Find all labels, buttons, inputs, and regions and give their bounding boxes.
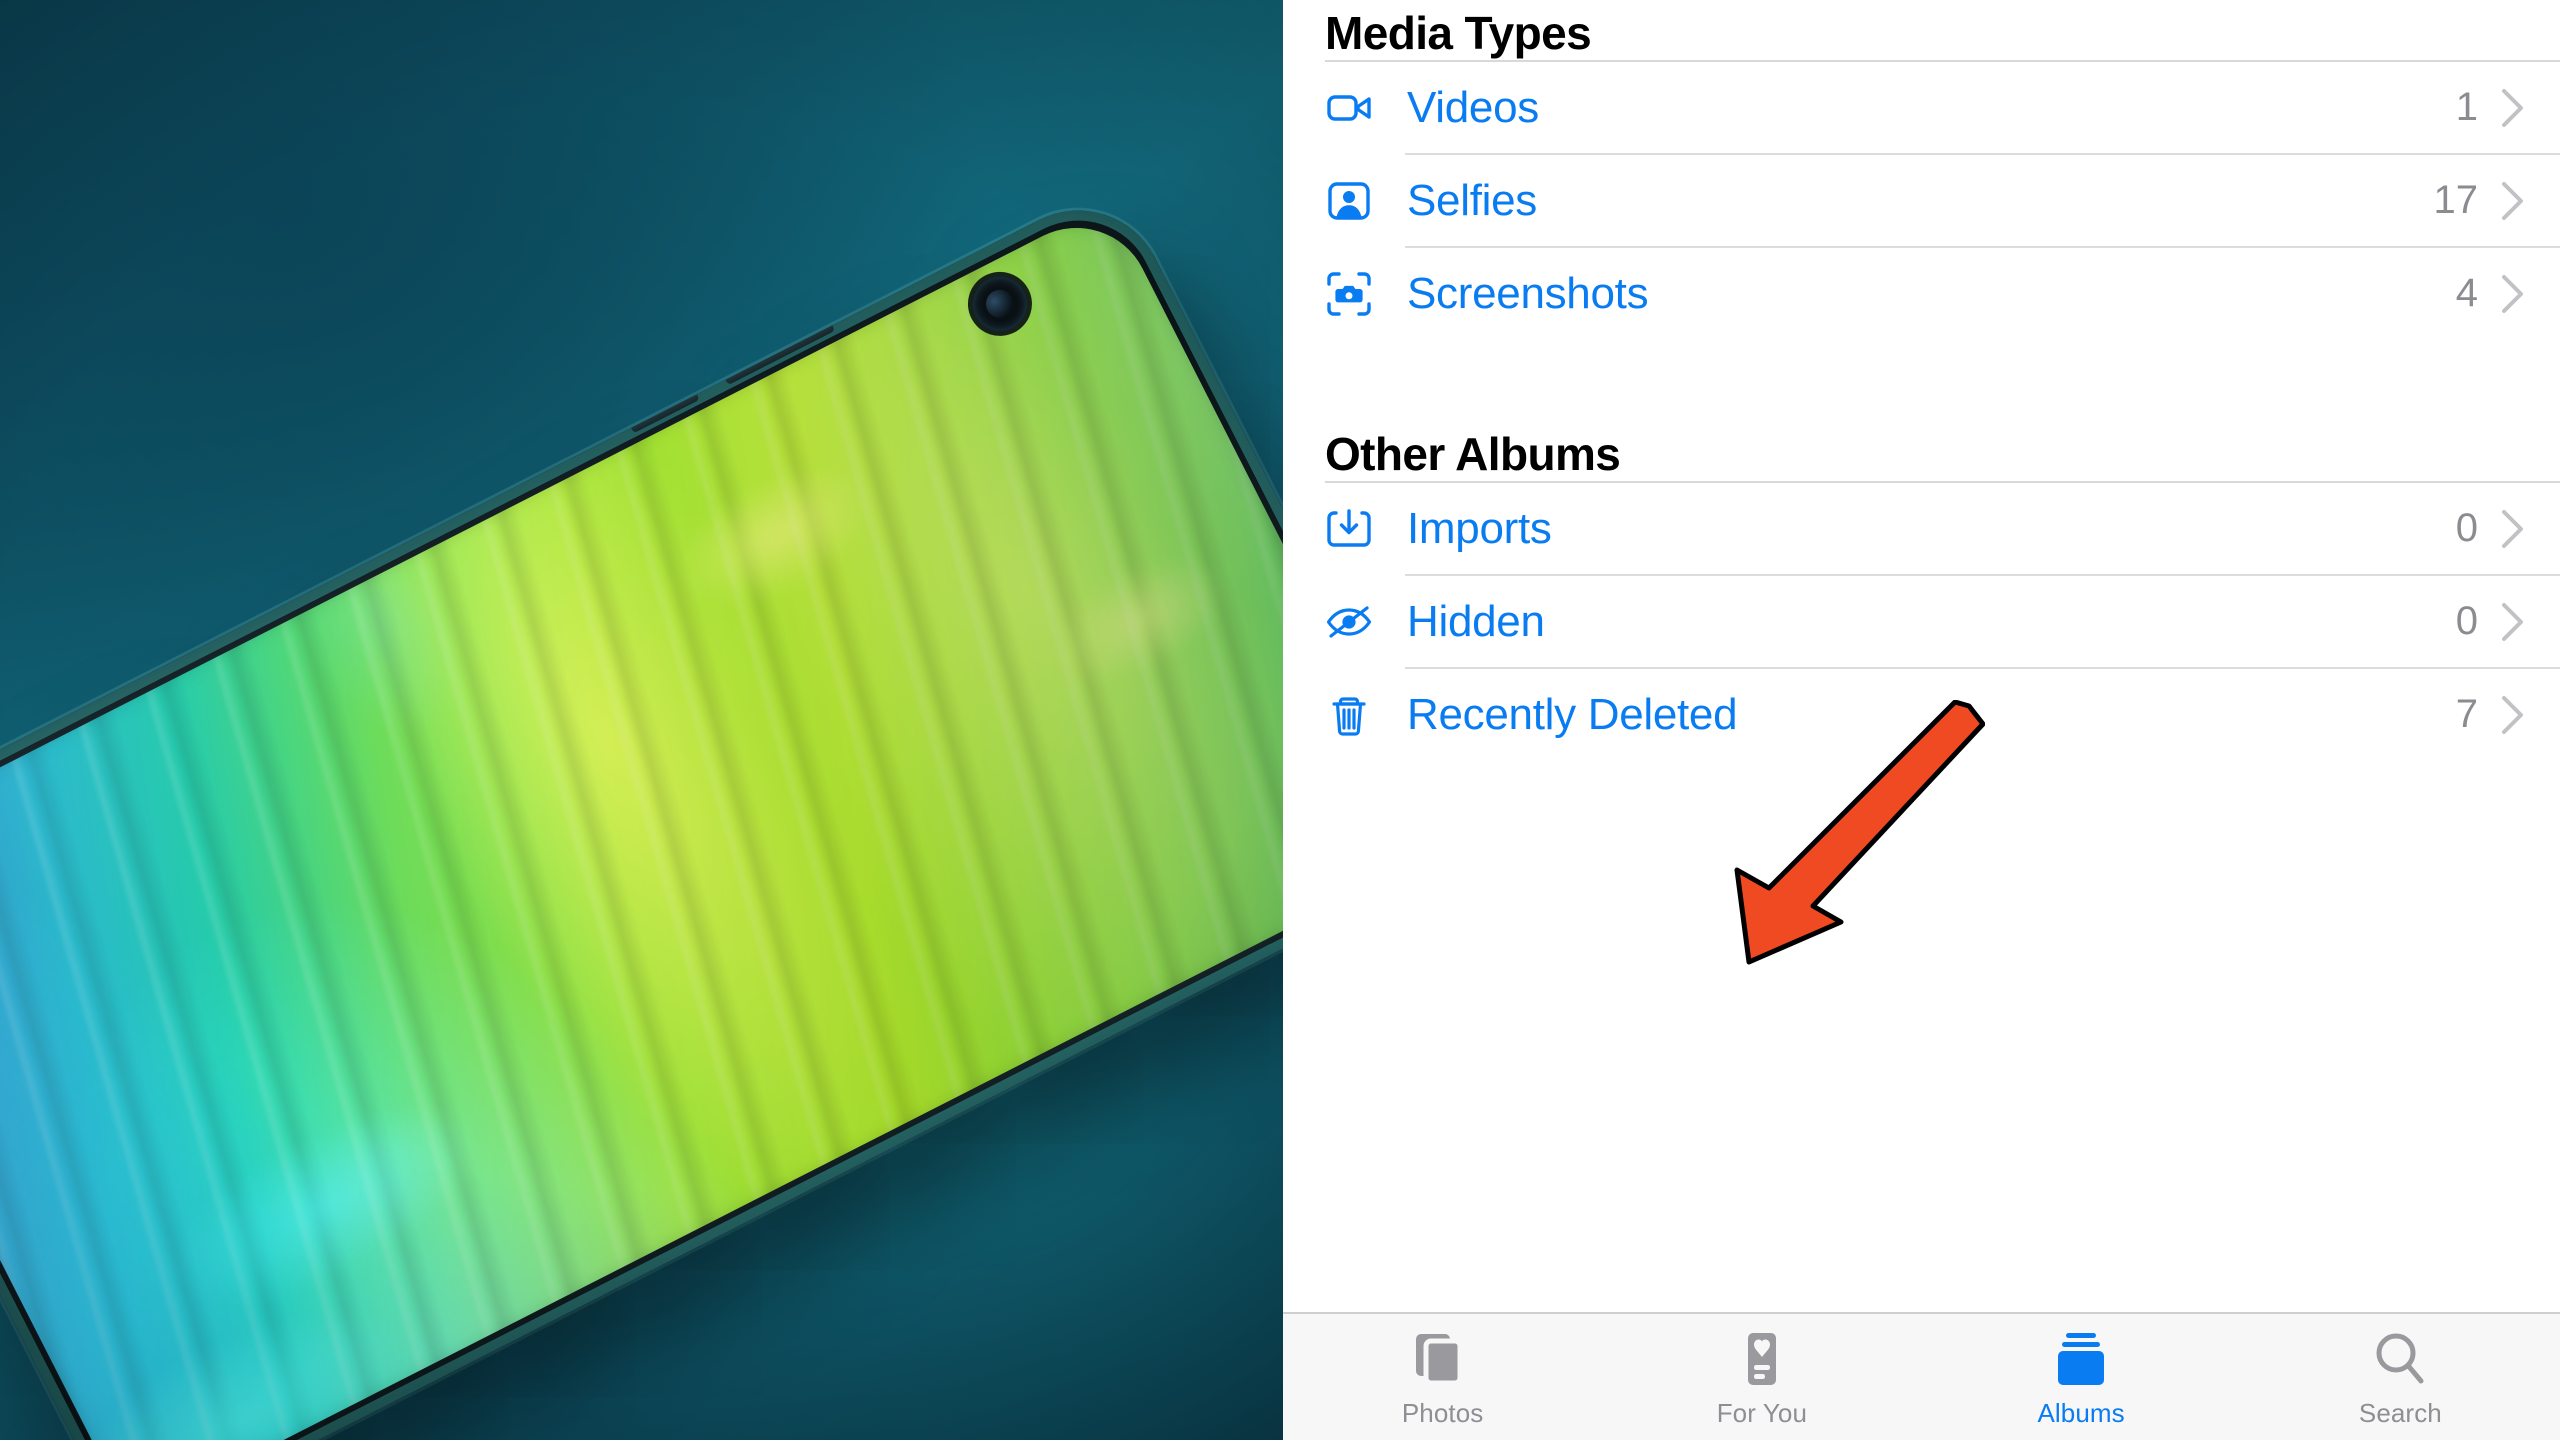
albums-stack-icon: [2050, 1330, 2112, 1390]
album-label: Screenshots: [1407, 268, 1649, 318]
for-you-heart-icon: [1731, 1330, 1793, 1390]
album-label: Imports: [1407, 503, 1552, 553]
album-row-screenshots[interactable]: Screenshots 4: [1283, 248, 2560, 339]
album-row-hidden[interactable]: Hidden 0: [1283, 576, 2560, 667]
video-camera-icon: [1325, 84, 1373, 132]
tray-download-icon: [1325, 505, 1373, 553]
album-count: 0: [2455, 506, 2478, 550]
album-label: Selfies: [1407, 175, 1537, 225]
chevron-right-icon: [2500, 272, 2526, 316]
album-label: Videos: [1407, 82, 1539, 132]
section-header-media-types: Media Types: [1325, 7, 1592, 59]
person-portrait-icon: [1325, 177, 1373, 225]
section-header-other-albums: Other Albums: [1325, 428, 1621, 480]
album-row-recently-deleted[interactable]: Recently Deleted 7: [1283, 669, 2560, 760]
album-count: 7: [2455, 692, 2478, 736]
product-photo-pane: [0, 0, 1283, 1440]
chevron-right-icon: [2500, 179, 2526, 223]
tab-search[interactable]: Search: [2241, 1314, 2560, 1440]
magnifier-icon: [2369, 1330, 2431, 1390]
chevron-right-icon: [2500, 86, 2526, 130]
tab-label: For You: [1716, 1398, 1808, 1428]
album-row-selfies[interactable]: Selfies 17: [1283, 155, 2560, 246]
tab-label: Albums: [2037, 1398, 2125, 1428]
tab-label: Search: [2358, 1398, 2442, 1428]
album-row-videos[interactable]: Videos 1: [1283, 62, 2560, 153]
albums-list-pane: Media Types Videos 1 Selfies 17 Screensh…: [1283, 0, 2560, 1440]
album-count: 17: [2433, 178, 2479, 222]
tab-label: Photos: [1401, 1398, 1484, 1428]
chevron-right-icon: [2500, 507, 2526, 551]
chevron-right-icon: [2500, 693, 2526, 737]
chevron-right-icon: [2500, 600, 2526, 644]
album-count: 0: [2455, 599, 2478, 643]
camera-viewfinder-icon: [1325, 270, 1373, 318]
bottom-tab-bar: Photos For You Albums Search: [1283, 1312, 2560, 1440]
photo-library-icon: [1412, 1330, 1474, 1390]
photo-vignette: [0, 0, 1283, 1440]
album-label: Recently Deleted: [1407, 689, 1738, 739]
album-label: Hidden: [1407, 596, 1545, 646]
eye-slash-icon: [1325, 598, 1373, 646]
trash-icon: [1325, 691, 1373, 739]
tab-for-you[interactable]: For You: [1602, 1314, 1921, 1440]
tab-photos[interactable]: Photos: [1283, 1314, 1602, 1440]
albums-screen: Media Types Videos 1 Selfies 17 Screensh…: [0, 0, 2560, 1440]
album-count: 4: [2455, 271, 2478, 315]
album-row-imports[interactable]: Imports 0: [1283, 483, 2560, 574]
album-count: 1: [2455, 85, 2478, 129]
tab-albums[interactable]: Albums: [1922, 1314, 2241, 1440]
